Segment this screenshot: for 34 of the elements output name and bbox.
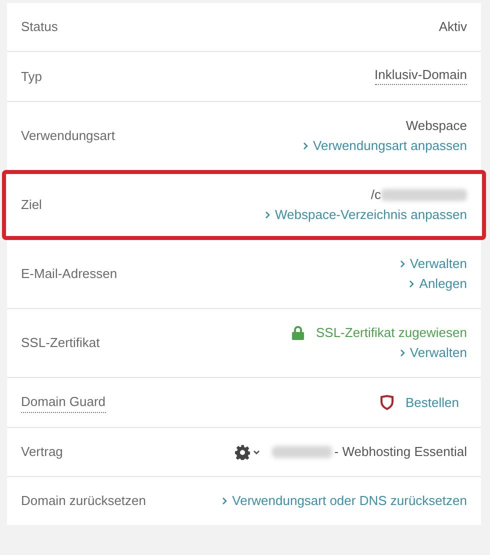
redacted-blur xyxy=(272,446,332,458)
action-link[interactable]: Verwendungsart oder DNS zurücksetzen xyxy=(222,491,467,511)
caret-icon xyxy=(253,450,260,454)
path-value: /c xyxy=(370,186,381,204)
certificate-link[interactable]: SSL-Zertifikat zugewiesen xyxy=(316,323,467,343)
row-label: Status xyxy=(21,18,58,36)
action-link[interactable]: Verwalten xyxy=(400,254,467,274)
settings-dropdown[interactable] xyxy=(235,444,260,460)
gear-icon xyxy=(235,444,250,460)
row-label: Ziel xyxy=(21,196,42,214)
row-label: Typ xyxy=(21,68,42,86)
action-link[interactable]: Verwendungsart anpassen xyxy=(303,136,467,156)
chevron-right-icon xyxy=(222,497,228,505)
row-label: Vertrag xyxy=(21,443,63,461)
row-label: SSL-Zertifikat xyxy=(21,334,100,352)
chevron-right-icon xyxy=(400,349,405,357)
row-value: Webspace xyxy=(406,117,467,135)
row-label: Domain zurücksetzen xyxy=(21,492,146,510)
row-label: Verwendungsart xyxy=(21,127,115,145)
row-value: Aktiv xyxy=(438,18,467,36)
action-link[interactable]: Anlegen xyxy=(409,274,467,294)
chevron-right-icon xyxy=(409,280,414,288)
action-link[interactable]: Webspace-Verzeichnis anpassen xyxy=(265,205,467,225)
action-link[interactable]: Verwalten xyxy=(400,343,467,363)
chevron-right-icon xyxy=(303,142,308,150)
row-label: Domain Guard xyxy=(21,392,106,413)
order-link[interactable]: Bestellen xyxy=(406,392,459,412)
lock-icon xyxy=(292,326,304,340)
row-label: E-Mail-Adressen xyxy=(21,265,118,283)
row-value: Inklusiv-Domain xyxy=(374,66,467,85)
chevron-right-icon xyxy=(265,211,270,219)
shield-icon xyxy=(380,395,394,410)
contract-name: - Webhosting Essential xyxy=(334,443,467,461)
chevron-right-icon xyxy=(400,260,405,268)
